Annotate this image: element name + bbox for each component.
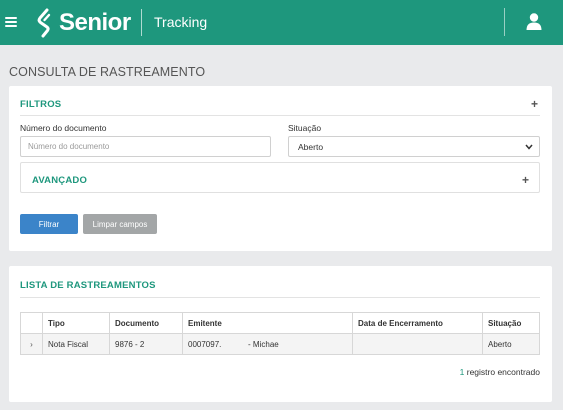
tracking-list-panel: LISTA DE RASTREAMENTOS Tipo Documento Em… <box>9 266 552 402</box>
expand-advanced-plus-icon[interactable]: + <box>522 174 529 186</box>
expander-column-header <box>20 312 43 334</box>
status-select[interactable]: Aberto <box>288 136 540 157</box>
filters-panel: FILTROS + Número do documento Situação A… <box>9 86 552 251</box>
advanced-filters-title: AVANÇADO <box>32 175 88 186</box>
row-expand-icon[interactable]: › <box>20 333 43 355</box>
column-header-situacao[interactable]: Situação <box>482 312 540 334</box>
filters-title: FILTROS <box>20 99 62 110</box>
cell-situacao: Aberto <box>482 333 540 355</box>
app-name: Tracking <box>154 14 208 30</box>
record-count: 1 registro encontrado <box>460 367 540 377</box>
clear-fields-button[interactable]: Limpar campos <box>83 214 157 234</box>
record-count-text: registro encontrado <box>464 367 540 377</box>
expand-filters-plus-icon[interactable]: + <box>531 98 538 110</box>
brand-name: Senior <box>59 9 131 36</box>
senior-logo-icon <box>37 8 51 38</box>
document-number-input[interactable] <box>20 136 271 157</box>
cell-emitente: 0007097. - Michae <box>182 333 353 355</box>
table-row[interactable]: › Nota Fiscal 9876 - 2 0007097. - Michae… <box>20 333 540 355</box>
cell-documento: 9876 - 2 <box>109 333 183 355</box>
top-bar: Senior Tracking <box>0 0 563 45</box>
header-divider <box>141 9 142 36</box>
column-header-documento[interactable]: Documento <box>109 312 183 334</box>
cell-tipo: Nota Fiscal <box>42 333 110 355</box>
status-label: Situação <box>288 123 322 133</box>
column-header-data-encerramento[interactable]: Data de Encerramento <box>352 312 483 334</box>
filters-divider <box>20 115 540 116</box>
user-divider <box>504 8 505 36</box>
hamburger-menu-icon[interactable] <box>5 17 17 27</box>
tracking-list-title: LISTA DE RASTREAMENTOS <box>20 280 156 291</box>
tracking-table: Tipo Documento Emitente Data de Encerram… <box>20 312 540 355</box>
user-icon[interactable] <box>523 11 545 33</box>
page-title: CONSULTA DE RASTREAMENTO <box>9 65 206 79</box>
document-number-label: Número do documento <box>20 123 107 133</box>
cell-data-encerramento <box>352 333 483 355</box>
chevron-down-icon <box>525 144 533 150</box>
filter-button[interactable]: Filtrar <box>20 214 78 234</box>
advanced-filters-section[interactable]: AVANÇADO + <box>20 162 540 193</box>
column-header-tipo[interactable]: Tipo <box>42 312 110 334</box>
status-selected-value: Aberto <box>298 142 324 152</box>
table-header-row: Tipo Documento Emitente Data de Encerram… <box>20 312 540 334</box>
list-divider <box>20 297 540 298</box>
column-header-emitente[interactable]: Emitente <box>182 312 353 334</box>
